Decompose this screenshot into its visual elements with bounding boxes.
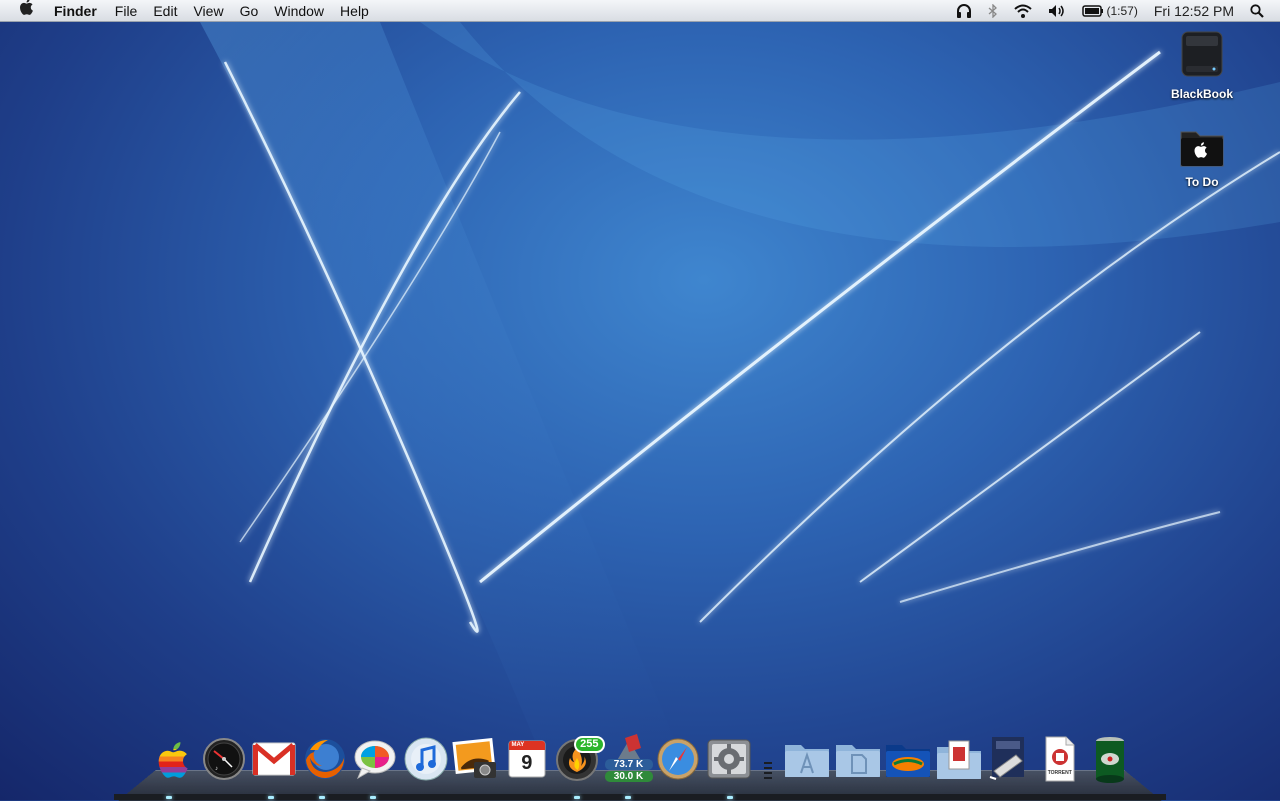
dock-item-system-preferences[interactable] — [704, 734, 755, 784]
dock-item-safari[interactable] — [653, 734, 704, 784]
gators-folder-icon — [886, 745, 931, 777]
script-editor-icon — [989, 737, 1025, 780]
menu-view[interactable]: View — [185, 0, 231, 22]
svg-text:♪: ♪ — [215, 766, 218, 772]
documents-folder-icon — [835, 745, 880, 777]
gmail-icon — [252, 742, 296, 776]
dock-item-firefox[interactable] — [300, 734, 351, 784]
spotlight-search-icon[interactable] — [1242, 3, 1272, 18]
desktop-icon-label: BlackBook — [1170, 87, 1234, 101]
network-upload-rate: 73.7 K — [604, 759, 653, 770]
running-indicator — [370, 796, 376, 799]
desktop-icon-label: To Do — [1185, 175, 1219, 189]
running-indicator — [625, 796, 631, 799]
calendar-month: MAY — [511, 742, 525, 748]
dock-item-gmail[interactable] — [249, 734, 300, 784]
menu-window[interactable]: Window — [266, 0, 332, 22]
running-indicator — [166, 796, 172, 799]
dock-item-messages[interactable] — [350, 734, 401, 784]
network-readout: 73.7 K 30.0 K — [604, 758, 653, 782]
apple-icon — [158, 742, 188, 778]
dock-item-script-editor[interactable] — [984, 734, 1035, 784]
volume-icon[interactable] — [1040, 4, 1074, 18]
running-indicator — [268, 796, 274, 799]
running-indicator — [319, 796, 325, 799]
dock-item-network-monitor[interactable]: 73.7 K 30.0 K — [603, 734, 654, 784]
menu-go[interactable]: Go — [232, 0, 267, 22]
applications-folder-icon — [785, 745, 830, 777]
headphones-icon[interactable] — [948, 3, 980, 19]
desktop-wallpaper — [200, 22, 1280, 800]
trash-can-icon — [1096, 737, 1125, 783]
wifi-icon[interactable] — [1006, 4, 1040, 18]
network-download-rate: 30.0 K — [604, 771, 653, 782]
dock-item-documents[interactable] — [833, 734, 884, 784]
battery-status[interactable]: (1:57) — [1074, 0, 1146, 22]
dock-item-applications[interactable] — [782, 734, 833, 784]
menubar-clock[interactable]: Fri 12:52 PM — [1146, 0, 1242, 22]
torrent-file-label: TORRENT — [1047, 770, 1072, 776]
menu-help[interactable]: Help — [332, 0, 377, 22]
itunes-icon — [404, 737, 448, 781]
iphoto-icon — [452, 737, 497, 778]
dock-item-iphoto[interactable] — [451, 734, 502, 784]
calendar-day: 9 — [521, 752, 533, 774]
bluetooth-icon[interactable] — [980, 3, 1006, 18]
dock-separator — [754, 734, 782, 784]
battery-time: (1:57) — [1106, 3, 1138, 18]
dock-item-ical[interactable]: MAY 9 — [502, 734, 553, 784]
notification-badge: 255 — [574, 736, 605, 753]
safari-icon — [657, 738, 699, 780]
menu-bar: Finder File Edit View Go Window Help (1:… — [0, 0, 1280, 22]
dock-item-trash[interactable] — [1085, 734, 1136, 784]
system-preferences-icon — [707, 739, 751, 779]
dock-item-gators-folder[interactable] — [883, 734, 934, 784]
dock-item-apple[interactable] — [148, 734, 199, 784]
dock-item-dashboard[interactable]: ♪ — [199, 734, 250, 784]
desktop-icon-blackbook[interactable]: BlackBook — [1162, 28, 1242, 101]
menu-file[interactable]: File — [107, 0, 146, 22]
battery-icon — [1081, 4, 1103, 17]
dashboard-icon: ♪ — [202, 738, 245, 780]
running-indicator — [574, 796, 580, 799]
firefox-icon — [304, 739, 345, 779]
running-indicator — [727, 796, 733, 799]
menu-edit[interactable]: Edit — [145, 0, 185, 22]
dock-item-fire[interactable]: 255 — [552, 734, 605, 784]
apple-menu-icon[interactable] — [0, 0, 54, 23]
desktop-icon-to-do[interactable]: To Do — [1162, 126, 1242, 189]
dock: ♪ MAY 9 255 73.7 K 30.0 K TORRENT — [148, 734, 1136, 784]
messages-icon — [354, 740, 396, 780]
dock-item-torrent-file[interactable]: TORRENT — [1035, 734, 1086, 784]
menu-finder[interactable]: Finder — [54, 0, 107, 22]
folder-apple-icon — [1180, 131, 1224, 167]
downloads-folder-icon — [936, 740, 981, 779]
hard-drive-icon — [1181, 31, 1223, 77]
dock-item-downloads[interactable] — [934, 734, 985, 784]
dock-item-itunes[interactable] — [401, 734, 452, 784]
